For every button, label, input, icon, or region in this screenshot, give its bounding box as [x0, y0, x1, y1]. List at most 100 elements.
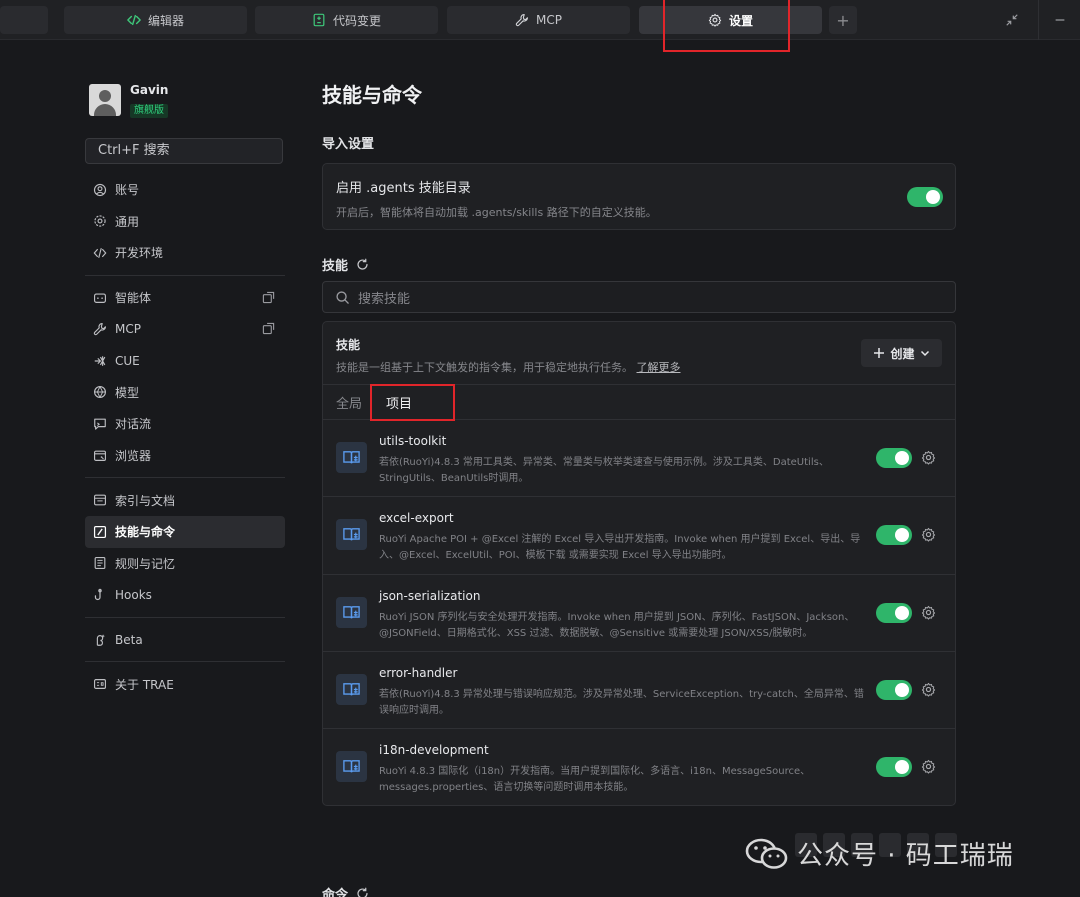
- plus-icon: [874, 348, 885, 358]
- plan-badge: 旗舰版: [130, 104, 168, 118]
- skill-row: i18n-development RuoYi 4.8.3 国际化（i18n）开发…: [323, 729, 955, 806]
- tab-editor[interactable]: 编辑器: [64, 6, 247, 34]
- skill-row: error-handler 若依(RuoYi)4.8.3 异常处理与错误响应规范…: [323, 652, 955, 730]
- tab-settings[interactable]: 设置: [639, 6, 822, 34]
- sidebar-item-label: 通用: [115, 214, 140, 229]
- create-skill-button[interactable]: 创建: [861, 339, 942, 367]
- book-icon: [343, 605, 360, 618]
- sidebar-item-label: 索引与文档: [115, 493, 176, 508]
- sidebar-nav: 账号通用开发环境智能体 MCP CUE 模型对话流浏览器索引与文档技能与命令规则与记忆…: [85, 168, 285, 706]
- skill-description: RuoYi JSON 序列化与安全处理开发指南。Invoke when 用户提到…: [379, 611, 855, 639]
- skill-row: utils-toolkit 若依(RuoYi)4.8.3 常用工具类、异常类、常…: [323, 420, 955, 498]
- skill-icon: [93, 525, 107, 538]
- sidebar-group: 账号通用开发环境: [85, 168, 285, 276]
- tab-code-changes[interactable]: 代码变更: [255, 6, 438, 34]
- cue-icon: [94, 355, 106, 366]
- agent-icon: [94, 293, 106, 303]
- tab-project[interactable]: 项目: [386, 393, 413, 421]
- search-icon: [336, 290, 349, 304]
- sidebar-item-label: MCP: [115, 322, 141, 337]
- user-profile[interactable]: Gavin 旗舰版: [85, 80, 285, 120]
- tab-label: 设置: [728, 13, 753, 28]
- skills-section-header: 技能: [322, 255, 369, 274]
- sidebar-group: Beta: [85, 618, 285, 663]
- sidebar-item[interactable]: 规则与记忆: [85, 548, 285, 580]
- sidebar-item[interactable]: 通用: [85, 206, 285, 238]
- tab-partial[interactable]: [0, 6, 48, 34]
- skill-search-input[interactable]: 搜索技能: [322, 281, 956, 313]
- settings-icon: [94, 215, 106, 228]
- sidebar-item[interactable]: 关于 TRAE: [85, 668, 285, 700]
- gear-icon[interactable]: [921, 450, 936, 465]
- skill-icon: [336, 519, 367, 551]
- tab-global[interactable]: 全局: [336, 393, 362, 412]
- book-icon: [343, 683, 360, 696]
- sidebar-item-label: Hooks: [115, 587, 152, 602]
- rules-icon: [94, 557, 106, 570]
- sidebar-item[interactable]: CUE: [85, 345, 285, 377]
- import-section-title: 导入设置: [322, 137, 375, 152]
- sidebar-item[interactable]: Hooks: [85, 579, 285, 611]
- create-label: 创建: [890, 346, 915, 361]
- tab-label: 编辑器: [147, 13, 184, 28]
- sidebar-item[interactable]: 账号: [85, 174, 285, 206]
- agents-dir-toggle[interactable]: [907, 187, 943, 207]
- sidebar-item[interactable]: Beta: [85, 624, 285, 656]
- sidebar-item-label: 技能与命令: [115, 525, 176, 540]
- book-icon: [343, 528, 360, 541]
- settings-sidebar: Gavin 旗舰版 Ctrl+F 搜索 账号通用开发环境智能体 MCP CUE 模型对…: [85, 80, 285, 706]
- gear-icon[interactable]: [921, 759, 936, 774]
- sidebar-item[interactable]: 对话流: [85, 408, 285, 440]
- tab-mcp[interactable]: MCP: [447, 6, 630, 34]
- wechat-icon: [745, 838, 788, 869]
- code-icon: [93, 248, 107, 258]
- skill-toggle[interactable]: [876, 602, 912, 623]
- gear-icon[interactable]: [921, 682, 936, 697]
- sidebar-item[interactable]: 浏览器: [85, 440, 285, 472]
- skill-toggle[interactable]: [876, 679, 912, 700]
- sidebar-item-label: 开发环境: [115, 246, 164, 261]
- book-icon: [343, 760, 360, 773]
- user-name: Gavin: [130, 83, 169, 97]
- sidebar-item[interactable]: 模型: [85, 377, 285, 409]
- skills-panel: 技能 技能是一组基于上下文触发的指令集，用于稳定地执行任务。 了解更多 创建 全…: [322, 321, 956, 806]
- add-tab-button[interactable]: +: [829, 6, 857, 34]
- skills-section-title: 技能: [322, 259, 349, 274]
- skill-name: excel-export: [379, 511, 454, 526]
- book-icon: [343, 451, 360, 464]
- skill-icon: [336, 442, 367, 473]
- learn-more-link[interactable]: 了解更多: [637, 361, 681, 374]
- sidebar-item[interactable]: 索引与文档: [85, 484, 285, 516]
- account-icon: [93, 183, 107, 196]
- chat-icon: [94, 418, 106, 430]
- gear-icon[interactable]: [921, 527, 936, 542]
- minimize-icon[interactable]: [1049, 9, 1071, 31]
- sidebar-group: 智能体 MCP CUE 模型对话流浏览器: [85, 276, 285, 479]
- gear-icon: [708, 13, 722, 27]
- sidebar-group: 索引与文档技能与命令规则与记忆 Hooks: [85, 478, 285, 618]
- skill-description: RuoYi Apache POI + @Excel 注解的 Excel 导入导出…: [379, 534, 861, 562]
- sidebar-item[interactable]: 开发环境: [85, 237, 285, 269]
- sidebar-item-label: 对话流: [115, 417, 152, 432]
- skill-name: json-serialization: [379, 588, 481, 603]
- skill-icon: [336, 596, 367, 628]
- refresh-icon[interactable]: [356, 258, 369, 271]
- sidebar-item[interactable]: 技能与命令: [85, 515, 285, 548]
- sidebar-item[interactable]: 智能体: [85, 282, 285, 314]
- page-title: 技能与命令: [322, 83, 422, 107]
- code-icon: [127, 14, 141, 26]
- skill-toggle[interactable]: [876, 525, 912, 546]
- sidebar-search-input[interactable]: Ctrl+F 搜索: [85, 138, 283, 164]
- watermark-text: 公众号 · 码工瑞瑞: [797, 841, 1014, 871]
- skill-description: 若依(RuoYi)4.8.3 常用工具类、异常类、常量类与枚举类速查与使用示例。…: [379, 457, 829, 484]
- gear-icon[interactable]: [921, 605, 936, 620]
- open-external-icon[interactable]: [262, 322, 275, 335]
- open-external-icon[interactable]: [262, 291, 275, 304]
- refresh-icon[interactable]: [356, 887, 369, 897]
- collapse-icon[interactable]: [1001, 9, 1023, 31]
- skill-toggle[interactable]: [876, 448, 912, 468]
- skill-toggle[interactable]: [876, 757, 912, 778]
- browser-icon: [94, 450, 106, 461]
- skill-row: json-serialization RuoYi JSON 序列化与安全处理开发…: [323, 575, 955, 652]
- sidebar-item[interactable]: MCP: [85, 313, 285, 345]
